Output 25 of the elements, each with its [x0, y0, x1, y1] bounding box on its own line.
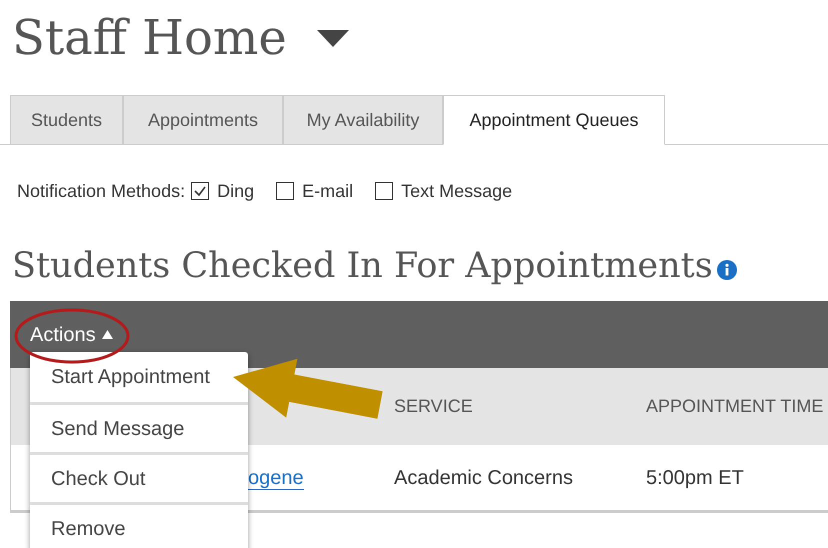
column-header[interactable]: SERVICE [384, 393, 636, 420]
menu-item[interactable]: Send Message [30, 402, 248, 452]
column-header[interactable]: APPOINTMENT TIME [636, 393, 828, 420]
caret-icon [102, 330, 113, 339]
field-label: Notification Methods: [17, 180, 186, 202]
tab[interactable]: Students [10, 95, 123, 145]
table-cell-text: 5:00pm ET [645, 466, 745, 490]
checkbox-label: Ding [217, 180, 254, 203]
menu-item[interactable]: Remove [30, 502, 248, 548]
tab[interactable]: My Availability [283, 95, 443, 145]
table-cell-text: Academic Concerns [393, 466, 574, 490]
tab[interactable]: Appointment Queues [443, 95, 665, 145]
checkbox[interactable] [191, 182, 210, 200]
info-icon[interactable] [716, 260, 737, 280]
checkbox[interactable] [375, 182, 394, 200]
checkbox[interactable] [276, 182, 294, 200]
menu-item[interactable]: Start Appointment [30, 352, 248, 402]
tab[interactable]: Appointments [123, 95, 283, 145]
section-heading: Students Checked In For Appointments [12, 248, 713, 284]
page-title: Staff Home [12, 14, 287, 62]
checkbox-label: E-mail [302, 180, 354, 202]
menu-item[interactable]: Check Out [30, 452, 248, 502]
checkbox-label: Text Message [401, 180, 512, 203]
caret-icon[interactable] [316, 30, 349, 46]
actions-button[interactable]: Actions [30, 320, 113, 350]
